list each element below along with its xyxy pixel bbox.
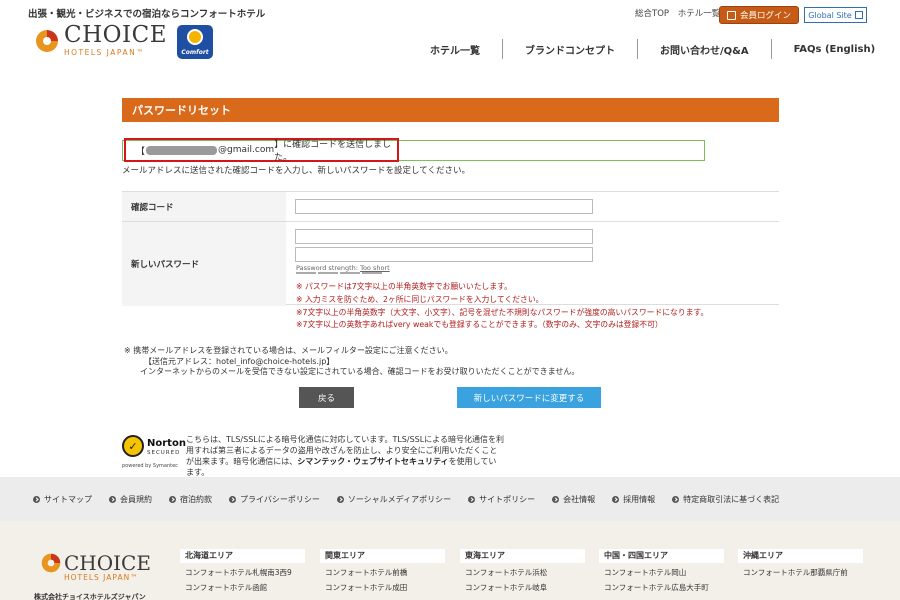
new-password-input[interactable] <box>295 229 593 244</box>
arrow-circle-icon <box>672 496 680 503</box>
area-title: 中国・四国エリア <box>599 549 724 563</box>
arrow-circle-icon <box>336 496 344 503</box>
strength-value: Too short <box>360 264 390 272</box>
ssl-text-bold: シマンテック・ウェブサイトセキュリティ <box>297 457 449 466</box>
hotel-link[interactable]: コンフォートホテル岡山 <box>599 567 724 578</box>
hotel-link[interactable]: コンフォートホテル成田 <box>320 582 445 593</box>
footer-link-careers[interactable]: 採用情報 <box>612 494 655 505</box>
back-button[interactable]: 戻る <box>299 387 354 408</box>
sent-email-domain: @gmail.com <box>218 145 275 155</box>
norton-name: Norton <box>147 438 186 449</box>
logo-subtext: HOTELS JAPAN™ <box>64 48 146 57</box>
sun-icon <box>187 29 203 45</box>
global-site-label: Global Site <box>808 10 852 20</box>
comfort-logo[interactable]: Comfort <box>177 25 213 59</box>
area-chugoku-shikoku: 中国・四国エリア コンフォートホテル岡山 コンフォートホテル広島大手町 <box>599 549 724 593</box>
password-strength: Password strength: Too short <box>296 264 390 272</box>
footer-logo-subtext: HOTELS JAPAN™ <box>64 573 139 582</box>
code-label: 確認コード <box>122 192 286 221</box>
confirmation-code-input[interactable] <box>295 199 593 214</box>
redacted-email <box>146 145 218 155</box>
nav-faqs-english[interactable]: FAQs (English) <box>772 39 898 59</box>
site-tagline: 出張・観光・ビジネスでの宿泊ならコンフォートホテル <box>28 9 266 20</box>
login-icon <box>726 10 736 20</box>
note-item: ※ 入力ミスを防ぐため、2ヶ所に同じパスワードを入力してください。 <box>296 294 544 304</box>
hotel-link[interactable]: コンフォートホテル札幌南3西9 <box>180 567 305 578</box>
hotel-link[interactable]: コンフォートホテル前橋 <box>320 567 445 578</box>
corporate-name: 株式会社チョイスホテルズジャパン <box>34 593 146 600</box>
footer-logo[interactable]: CHOICE HOTELS JAPAN™ <box>64 553 151 582</box>
arrow-circle-icon <box>109 496 116 503</box>
footer-link-terms[interactable]: 会員規約 <box>109 494 152 505</box>
logo-wordmark: CHOICE <box>64 22 167 48</box>
note-item: ※7文字以上の半角英数字（大文字、小文字）、記号を混ぜた不規則なパスワードが強度… <box>296 307 709 317</box>
sent-prefix: 【 <box>136 146 146 157</box>
footer-links: サイトマップ 会員規約 宿泊約款 プライバシーポリシー ソーシャルメディアポリシ… <box>33 494 796 505</box>
hotel-link[interactable]: コンフォートホテル岐阜 <box>460 582 585 593</box>
footnote-line: ※ 携帯メールアドレスを登録されている場合は、メールフィルター設定にご注意くださ… <box>124 346 453 355</box>
password-notes: ※ パスワードは7文字以上の半角英数字でお願いいたします。 ※ 入力ミスを防ぐた… <box>296 281 708 332</box>
area-title: 沖縄エリア <box>738 549 863 563</box>
area-title: 東海エリア <box>460 549 585 563</box>
norton-secured: SECURED <box>147 450 181 456</box>
choice-logo-icon <box>34 28 60 54</box>
sent-notice-highlight: 【 @gmail.com 】に確認コードを送信しました。 <box>124 138 399 163</box>
mail-filter-note: ※ 携帯メールアドレスを登録されている場合は、メールフィルター設定にご注意くださ… <box>124 346 579 378</box>
new-password-label: 新しいパスワード <box>122 222 286 306</box>
ssl-description: こちらは、TLS/SSLによる暗号化通信に対応しています。TLS/SSLによる暗… <box>186 434 504 478</box>
hotel-link[interactable]: コンフォートホテル広島大手町 <box>599 582 724 593</box>
area-title: 北海道エリア <box>180 549 305 563</box>
nav-hotels[interactable]: ホテル一覧 <box>408 39 503 59</box>
footer-link-social[interactable]: ソーシャルメディアポリシー <box>336 494 451 505</box>
confirm-password-input[interactable] <box>295 247 593 262</box>
choice-logo-icon <box>40 552 62 574</box>
global-site-button[interactable]: Global Site <box>804 7 867 23</box>
arrow-circle-icon <box>229 496 236 503</box>
footer-link-legal[interactable]: 特定商取引法に基づく表記 <box>672 494 779 505</box>
top-link-home[interactable]: 総合TOP <box>635 9 669 19</box>
strength-label: Password strength: <box>296 264 358 272</box>
page-description: メールアドレスに送信された確認コードを入力し、新しいパスワードを設定してください… <box>122 166 470 176</box>
comfort-label: Comfort <box>181 49 209 56</box>
choice-logo[interactable]: CHOICE HOTELS JAPAN™ <box>34 24 167 57</box>
norton-badge[interactable]: ✓ Norton SECURED powered by Symantec <box>122 433 186 471</box>
footer-logo-wordmark: CHOICE <box>64 551 151 575</box>
member-login-button[interactable]: 会員ログイン <box>719 6 799 24</box>
arrow-circle-icon <box>552 496 560 503</box>
arrow-circle-icon <box>169 496 176 503</box>
footer-link-company[interactable]: 会社情報 <box>552 494 595 505</box>
footer-link-site-policy[interactable]: サイトポリシー <box>468 494 535 505</box>
top-link-hotels[interactable]: ホテル一覧 <box>678 9 721 19</box>
area-title: 関東エリア <box>320 549 445 563</box>
note-item: ※ パスワードは7文字以上の半角英数字でお願いいたします。 <box>296 282 512 291</box>
area-hokkaido: 北海道エリア コンフォートホテル札幌南3西9 コンフォートホテル函館 <box>180 549 305 593</box>
norton-powered: powered by Symantec <box>122 463 178 469</box>
footer-link-accommodation[interactable]: 宿泊約款 <box>169 494 212 505</box>
nav-brand-concept[interactable]: ブランドコンセプト <box>503 39 638 59</box>
strength-meter <box>296 272 382 274</box>
footer-link-privacy[interactable]: プライバシーポリシー <box>229 494 320 505</box>
footer-link-sitemap[interactable]: サイトマップ <box>33 494 92 505</box>
hotel-link[interactable]: コンフォートホテル那覇県庁前 <box>738 567 863 578</box>
hotel-link[interactable]: コンフォートホテル浜松 <box>460 567 585 578</box>
footnote-line: インターネットからのメールを受信できない設定にされている場合、確認コードをお受け… <box>140 367 580 376</box>
arrow-circle-icon <box>612 496 620 503</box>
change-password-button[interactable]: 新しいパスワードに変更する <box>457 387 601 408</box>
arrow-circle-icon <box>468 496 476 503</box>
footnote-line: 【送信元アドレス：hotel_info@choice-hotels.jp】 <box>144 356 335 366</box>
top-links: 総合TOP ホテル一覧 <box>635 7 726 19</box>
external-link-icon <box>854 11 863 19</box>
main-nav: ホテル一覧 ブランドコンセプト お問い合わせ/Q&A FAQs (English… <box>408 38 897 60</box>
page-title: パスワードリセット <box>122 98 779 122</box>
note-item: ※7文字以上の英数字あればvery weakでも登録することができます。（数字の… <box>296 320 663 330</box>
checkmark-icon: ✓ <box>122 435 144 457</box>
area-tokai: 東海エリア コンフォートホテル浜松 コンフォートホテル岐阜 <box>460 549 585 593</box>
area-okinawa: 沖縄エリア コンフォートホテル那覇県庁前 <box>738 549 863 578</box>
arrow-circle-icon <box>33 496 40 503</box>
sent-message: 】に確認コードを送信しました。 <box>274 140 392 163</box>
area-kanto: 関東エリア コンフォートホテル前橋 コンフォートホテル成田 <box>320 549 445 593</box>
nav-contact[interactable]: お問い合わせ/Q&A <box>638 39 772 59</box>
member-login-label: 会員ログイン <box>739 11 791 21</box>
hotel-link[interactable]: コンフォートホテル函館 <box>180 582 305 593</box>
